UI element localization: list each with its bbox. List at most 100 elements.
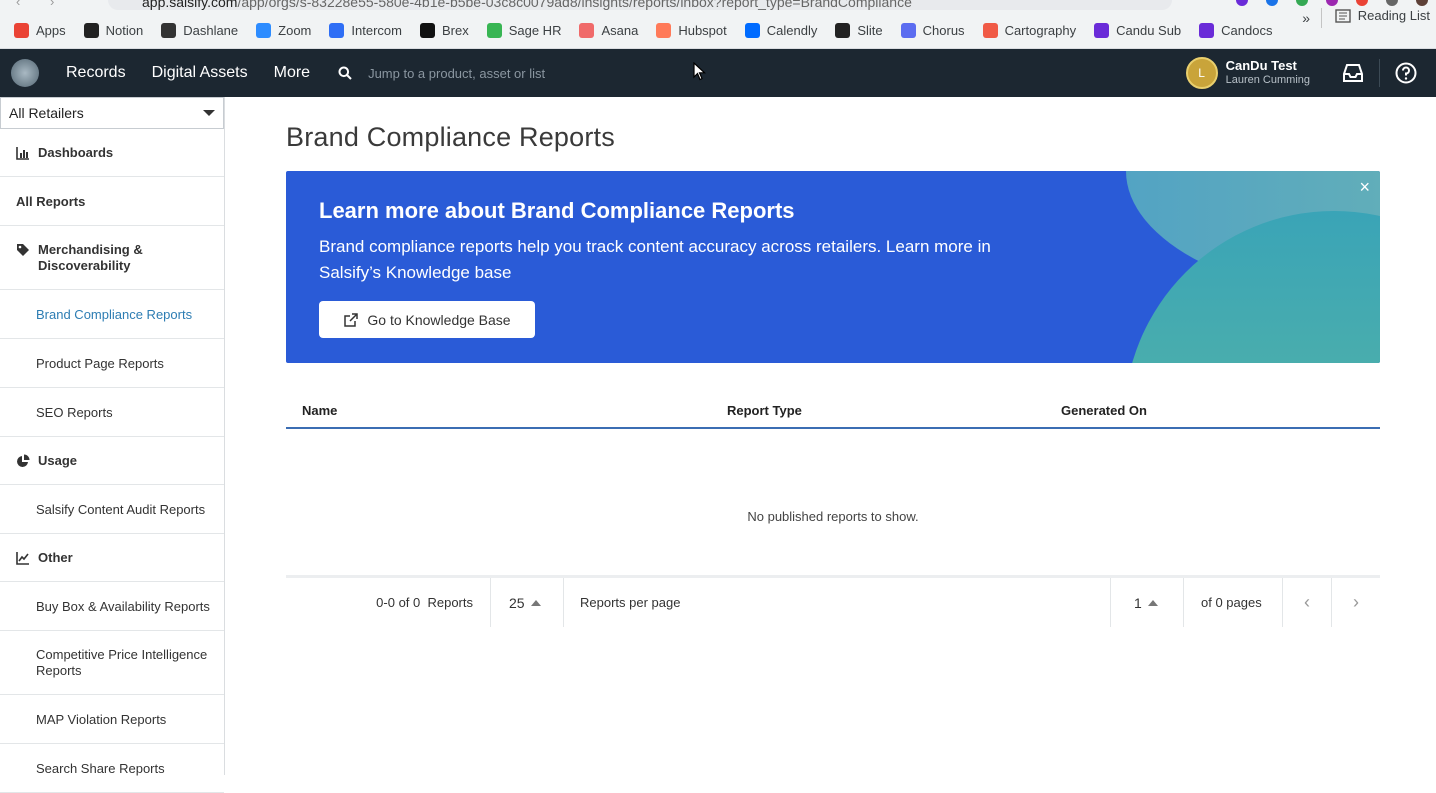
bookmark-asana[interactable]: Asana xyxy=(579,22,639,38)
column-name[interactable]: Name xyxy=(302,403,337,418)
sidebar-section-label: Merchandising & Discoverability xyxy=(38,242,143,273)
sidebar-item-seo[interactable]: SEO Reports xyxy=(0,388,224,437)
bookmark-label: Brex xyxy=(441,22,469,38)
extension-icon[interactable] xyxy=(1296,0,1308,6)
bookmark-label: Cartography xyxy=(1004,22,1077,38)
candu-sub-icon xyxy=(1094,22,1110,38)
extension-icon[interactable] xyxy=(1236,0,1248,6)
caret-up-icon xyxy=(1147,599,1158,606)
reading-list-label: Reading List xyxy=(1357,8,1430,23)
bookmark-zoom[interactable]: Zoom xyxy=(256,22,311,38)
extension-icons xyxy=(1236,0,1428,6)
bookmark-hubspot[interactable]: Hubspot xyxy=(656,22,727,38)
sidebar-item-label: SEO Reports xyxy=(36,404,113,420)
close-icon[interactable]: × xyxy=(1359,177,1370,198)
reading-list-button[interactable]: Reading List xyxy=(1335,8,1430,23)
pie-chart-icon xyxy=(17,454,30,467)
user-name: CanDu Test xyxy=(1225,58,1297,73)
bookmark-calendly[interactable]: Calendly xyxy=(744,22,818,38)
external-link-icon xyxy=(344,312,359,327)
sidebar-item-buy-box[interactable]: Buy Box & Availability Reports xyxy=(0,582,224,631)
bookmark-label: Dashlane xyxy=(183,22,239,38)
bookmark-sage-hr[interactable]: Sage HR xyxy=(486,22,561,38)
browser-address-strip: ‹ › app.salsify.com/app/orgs/s-83228e55-… xyxy=(0,0,1436,12)
bookmark-label: Hubspot xyxy=(678,22,727,38)
forward-icon[interactable]: › xyxy=(50,0,54,9)
bookmark-label: Calendly xyxy=(766,22,818,38)
sidebar-item-search-share[interactable]: Search Share Reports xyxy=(0,744,224,793)
next-page-button[interactable]: › xyxy=(1332,578,1380,627)
sidebar-item-product-page[interactable]: Product Page Reports xyxy=(0,339,224,388)
sidebar-item-label: MAP Violation Reports xyxy=(36,711,167,727)
bookmark-label: Asana xyxy=(601,22,639,38)
extension-icon[interactable] xyxy=(1356,0,1368,6)
puzzle-icon[interactable] xyxy=(1386,0,1398,6)
sidebar-section-other[interactable]: Other xyxy=(0,534,224,582)
inbox-icon[interactable] xyxy=(1342,63,1364,83)
sidebar-item-content-audit[interactable]: Salsify Content Audit Reports xyxy=(0,485,224,534)
asana-icon xyxy=(579,22,595,38)
sidebar-section-usage[interactable]: Usage xyxy=(0,437,224,485)
bookmark-intercom[interactable]: Intercom xyxy=(329,22,402,38)
user-org: Lauren Cumming xyxy=(1225,74,1310,86)
notion-icon xyxy=(83,22,99,38)
sidebar-item-brand-compliance[interactable]: Brand Compliance Reports xyxy=(0,290,224,339)
bookmark-candocs[interactable]: Candocs xyxy=(1199,22,1272,38)
nav-digital-assets[interactable]: Digital Assets xyxy=(152,64,248,82)
bookmark-dashlane[interactable]: Dashlane xyxy=(161,22,239,38)
app-top-nav: Records Digital Assets More L CanDu Test… xyxy=(0,49,1436,97)
column-report-type[interactable]: Report Type xyxy=(727,403,802,418)
nav-more[interactable]: More xyxy=(274,64,310,82)
bookmarks-overflow-button[interactable]: » xyxy=(1302,10,1310,26)
per-page-select[interactable]: 25 xyxy=(491,578,564,627)
zoom-icon xyxy=(256,22,272,38)
sidebar-item-competitive-price[interactable]: Competitive Price Intelligence Reports xyxy=(0,631,224,695)
column-generated-on[interactable]: Generated On xyxy=(1061,403,1147,418)
go-to-knowledge-base-button[interactable]: Go to Knowledge Base xyxy=(319,301,535,338)
slite-icon xyxy=(835,22,851,38)
prev-page-button[interactable]: ‹ xyxy=(1283,578,1332,627)
bookmark-cartography[interactable]: Cartography xyxy=(982,22,1077,38)
profile-avatar[interactable] xyxy=(1416,0,1428,6)
calendly-icon xyxy=(744,22,760,38)
nav-divider xyxy=(1379,59,1380,87)
report-count: 0-0 of 0 Reports xyxy=(286,578,491,627)
bookmark-apps-grid[interactable]: Apps xyxy=(14,22,66,38)
bookmark-chorus[interactable]: Chorus xyxy=(900,22,965,38)
url-text: app.salsify.com/app/orgs/s-83228e55-580e… xyxy=(142,0,912,10)
sidebar-item-label: Salsify Content Audit Reports xyxy=(36,501,206,517)
search-input[interactable] xyxy=(368,65,629,81)
chevron-right-icon: › xyxy=(1353,592,1359,612)
mouse-cursor-icon xyxy=(693,62,707,81)
sidebar-item-label: Competitive Price Intelligence Reports xyxy=(36,646,208,678)
tag-icon xyxy=(17,244,29,256)
nav-records[interactable]: Records xyxy=(66,64,126,82)
extension-icon[interactable] xyxy=(1326,0,1338,6)
retailer-select[interactable]: All Retailers xyxy=(0,97,224,129)
sidebar-item-dashboards[interactable]: Dashboards xyxy=(0,129,224,177)
sidebar-item-map-violation[interactable]: MAP Violation Reports xyxy=(0,695,224,744)
salsify-logo[interactable] xyxy=(11,59,39,87)
avatar: L xyxy=(1185,57,1218,89)
bookmark-candu-sub[interactable]: Candu Sub xyxy=(1094,22,1181,38)
page-select[interactable]: 1 xyxy=(1111,578,1184,627)
bookmark-slite[interactable]: Slite xyxy=(835,22,883,38)
caret-up-icon xyxy=(530,599,541,606)
sidebar-item-all-reports[interactable]: All Reports xyxy=(0,177,224,226)
user-menu[interactable]: L CanDu Test Lauren Cumming xyxy=(1185,57,1310,89)
bar-chart-icon xyxy=(16,147,29,160)
sidebar-section-merchandising[interactable]: Merchandising & Discoverability xyxy=(0,226,224,290)
sidebar-item-label: Buy Box & Availability Reports xyxy=(36,598,210,614)
chevron-left-icon: ‹ xyxy=(1304,592,1310,612)
extension-icon[interactable] xyxy=(1266,0,1278,6)
reading-list-icon xyxy=(1335,8,1351,23)
pagination-bar: 0-0 of 0 Reports 25 Reports per page 1 o… xyxy=(286,575,1380,627)
bookmark-notion[interactable]: Notion xyxy=(83,22,143,38)
bookmark-brex[interactable]: Brex xyxy=(419,22,469,38)
help-icon[interactable] xyxy=(1395,62,1417,84)
hubspot-icon xyxy=(656,22,672,38)
sidebar-item-label: Brand Compliance Reports xyxy=(36,306,193,322)
back-icon[interactable]: ‹ xyxy=(16,0,20,9)
reports-table-header: Name Report Type Generated On xyxy=(286,389,1380,429)
apps-grid-icon xyxy=(14,22,29,38)
